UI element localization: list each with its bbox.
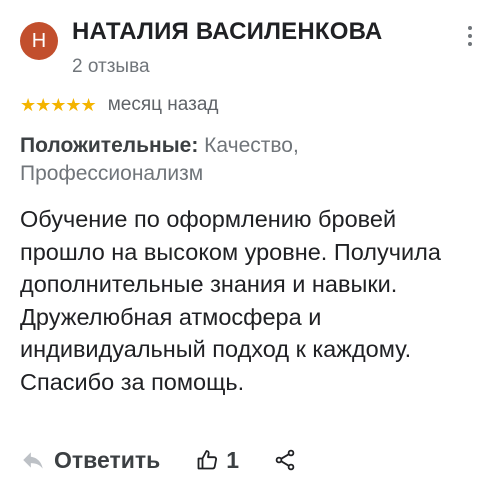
review-card: Н НАТАЛИЯ ВАСИЛЕНКОВА 2 отзыва ★★★★★ мес… [0, 0, 500, 494]
star-rating-icon: ★★★★★ [20, 94, 97, 116]
more-dot [468, 26, 472, 30]
positive-aspects: Положительные: Качество, Профессионализм [20, 132, 460, 188]
like-count: 1 [226, 446, 240, 473]
reply-arrow-icon [23, 452, 43, 469]
author-name[interactable]: НАТАЛИЯ ВАСИЛЕНКОВА [72, 18, 382, 46]
reply-button[interactable]: Ответить [20, 447, 160, 474]
like-button[interactable]: 1 [196, 447, 239, 474]
share-icon[interactable] [273, 448, 297, 472]
positive-label: Положительные: [20, 134, 199, 157]
author-review-count: 2 отзыва [72, 56, 150, 77]
avatar[interactable]: Н [20, 22, 58, 60]
rating-row: ★★★★★ месяц назад [20, 93, 218, 117]
review-text: Обучение по оформлению бровей прошло на … [20, 206, 441, 395]
reply-label: Ответить [54, 446, 161, 473]
review-actions: Ответить 1 [20, 444, 297, 476]
more-dot [468, 42, 472, 46]
thumbs-up-icon [197, 450, 218, 470]
more-dot [468, 34, 472, 38]
more-options-icon[interactable] [458, 22, 482, 50]
review-date: месяц назад [107, 94, 219, 115]
